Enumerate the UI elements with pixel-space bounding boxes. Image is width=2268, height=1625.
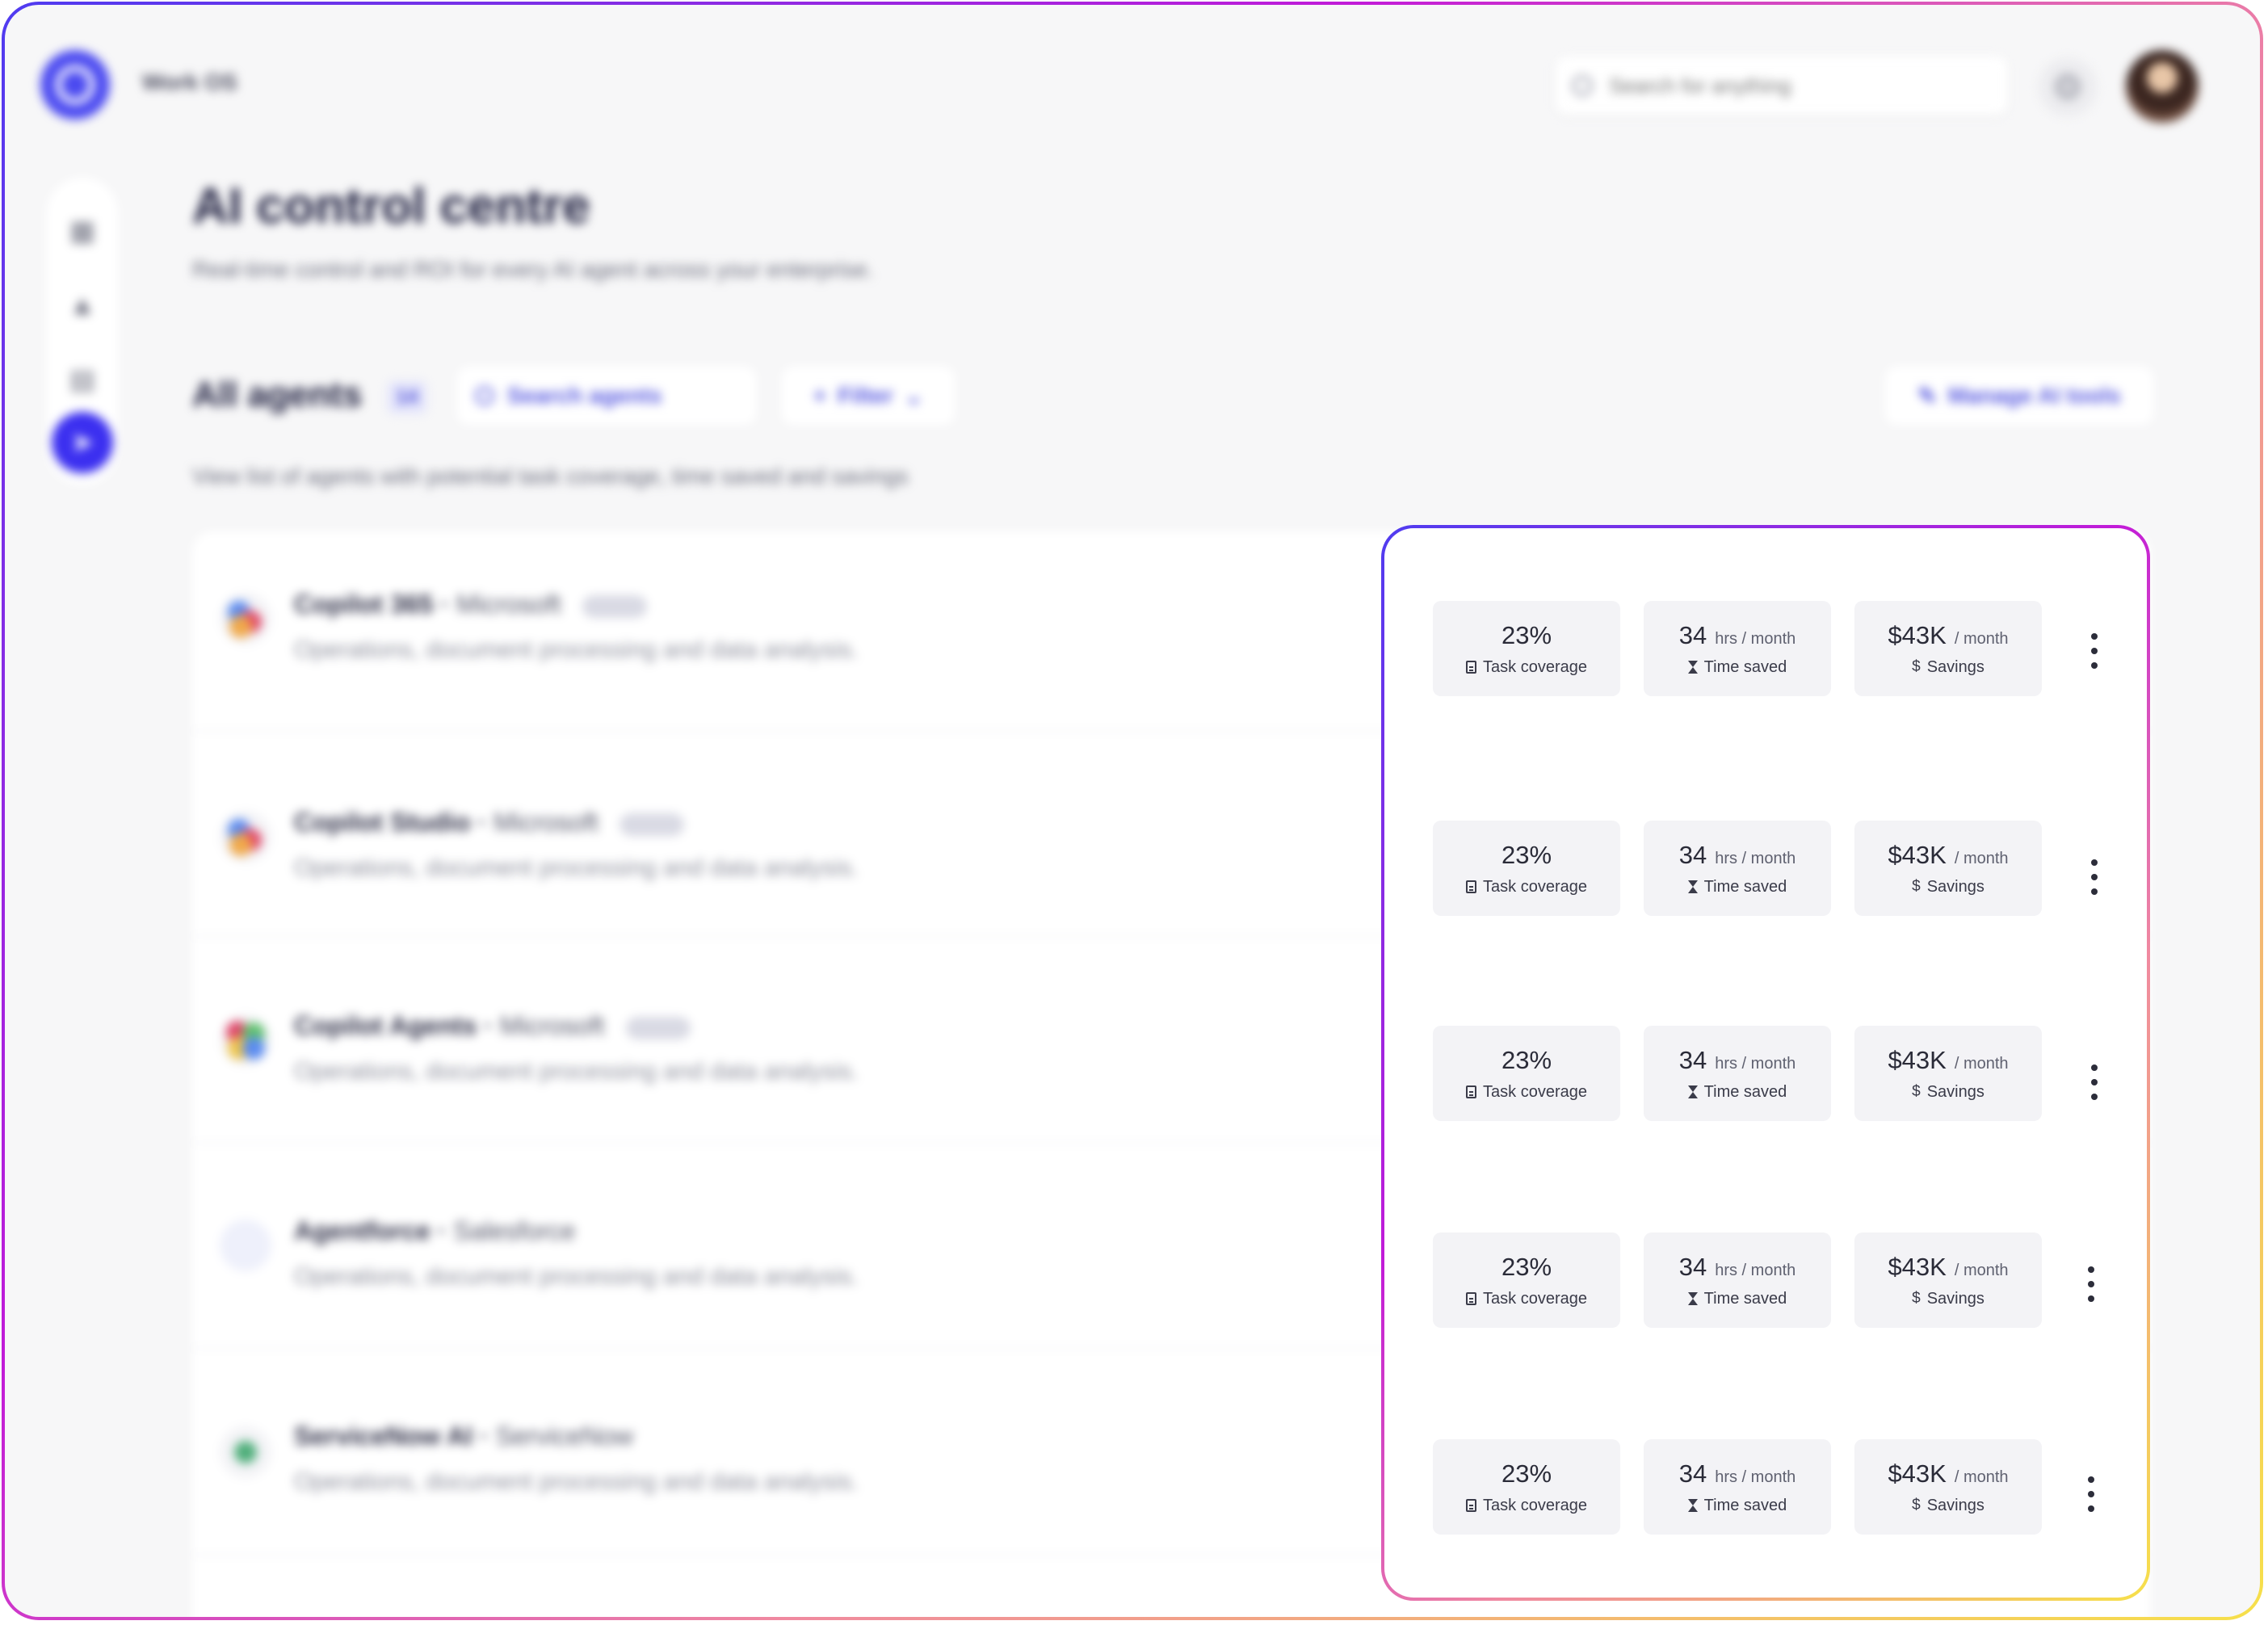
time-saved-metric: 34 hrs / month Time saved [1644, 1439, 1831, 1535]
manage-ai-tools-button[interactable]: ✎ Manage AI tools [1885, 367, 2153, 425]
filter-label: Filter [838, 383, 893, 408]
savings-metric: $43K / month $ Savings [1854, 1026, 2042, 1121]
agent-logo-agentforce [220, 1220, 271, 1271]
gear-icon: ⚙ [2052, 67, 2084, 107]
app-window: Work OS ⚙ ▦ ▲ ▤ ➤ AI control centre Real… [5, 5, 2260, 1617]
agent-logo-copilot-agents [220, 1014, 271, 1066]
section-subtitle: View list of agents with potential task … [192, 464, 909, 489]
time-saved-metric: 34 hrs / month Time saved [1644, 1026, 1831, 1121]
upload-icon: ▲ [69, 289, 96, 321]
agent-count-badge: 14 [388, 381, 426, 414]
agent-description: Operations, document processing and data… [294, 854, 859, 881]
document-icon [1466, 880, 1477, 893]
page-title: AI control centre [192, 178, 590, 234]
more-options-button[interactable] [2082, 1060, 2106, 1105]
dollar-icon: $ [1912, 878, 1921, 895]
send-icon: ➤ [70, 427, 94, 458]
agent-name[interactable]: Agentforce · Salesforce [294, 1216, 576, 1246]
logo-icon [56, 65, 94, 104]
document-icon: ▤ [69, 364, 96, 395]
sidebar-item-upload[interactable]: ▲ [52, 275, 113, 336]
sidebar-item-documents[interactable]: ▤ [52, 349, 113, 410]
plus-icon: + [813, 383, 827, 408]
sidebar-item-dashboard[interactable]: ▦ [52, 200, 113, 262]
metrics-highlight-panel: 23% Task coverage 34 hrs / month Time sav… [1381, 525, 2150, 1601]
global-search[interactable] [1556, 57, 2008, 115]
agent-name[interactable]: ServiceNow AI · ServiceNow [294, 1421, 633, 1451]
savings-metric: $43K / month $ Savings [1854, 601, 2042, 696]
dollar-icon: $ [1912, 1497, 1921, 1514]
metrics-panel: 23% Task coverage 34 hrs / month Time sav… [1384, 528, 2147, 1598]
more-options-button[interactable] [2079, 1262, 2103, 1307]
app-frame: Work OS ⚙ ▦ ▲ ▤ ➤ AI control centre Real… [2, 2, 2263, 1620]
task-coverage-metric: 23% Task coverage [1433, 1232, 1620, 1328]
more-options-button[interactable] [2079, 1472, 2103, 1517]
hourglass-icon [1687, 1085, 1698, 1099]
document-icon [1466, 1085, 1477, 1098]
document-icon [1466, 1292, 1477, 1305]
search-icon [1572, 75, 1593, 96]
agent-name[interactable]: Copilot Agents · Microsoft [294, 1011, 691, 1041]
document-icon [1466, 1499, 1477, 1512]
more-options-button[interactable] [2082, 628, 2106, 674]
dollar-icon: $ [1912, 658, 1921, 675]
agent-description: Operations, document processing and data… [294, 1468, 859, 1495]
settings-button[interactable]: ⚙ [2039, 58, 2097, 116]
hourglass-icon [1687, 660, 1698, 674]
savings-metric: $43K / month $ Savings [1854, 1232, 2042, 1328]
savings-metric: $43K / month $ Savings [1854, 821, 2042, 916]
dollar-icon: $ [1912, 1083, 1921, 1100]
app-logo[interactable] [40, 50, 110, 120]
agent-logo-copilot-studio [220, 811, 271, 863]
task-coverage-metric: 23% Task coverage [1433, 1439, 1620, 1535]
section-title: All agents [192, 375, 363, 414]
time-saved-metric: 34 hrs / month Time saved [1644, 601, 1831, 696]
grid-icon: ▦ [69, 216, 96, 246]
global-search-input[interactable] [1607, 72, 1950, 99]
agent-description: Operations, document processing and data… [294, 1058, 859, 1085]
filter-button[interactable]: + Filter ⌄ [782, 367, 955, 425]
time-saved-metric: 34 hrs / month Time saved [1644, 821, 1831, 916]
agent-description: Operations, document processing and data… [294, 1263, 859, 1290]
search-icon [475, 386, 494, 405]
agent-name[interactable]: Copilot 365 · Microsoft [294, 590, 647, 619]
sidebar-item-ai[interactable]: ➤ [52, 412, 113, 473]
agent-description: Operations, document processing and data… [294, 636, 859, 663]
agent-name[interactable]: Copilot Studio · Microsoft [294, 808, 684, 838]
task-coverage-metric: 23% Task coverage [1433, 821, 1620, 916]
sidebar: ▦ ▲ ▤ ➤ [47, 178, 118, 485]
user-avatar[interactable] [2126, 50, 2199, 123]
agent-search-placeholder: Search agents [507, 383, 662, 408]
agent-search-input[interactable]: Search agents [457, 367, 756, 425]
savings-metric: $43K / month $ Savings [1854, 1439, 2042, 1535]
page-subtitle: Real-time control and ROI for every AI a… [192, 257, 874, 282]
more-options-button[interactable] [2082, 854, 2106, 900]
agent-logo-servicenow [220, 1426, 271, 1478]
time-saved-metric: 34 hrs / month Time saved [1644, 1232, 1831, 1328]
manage-label: Manage AI tools [1947, 383, 2121, 408]
document-icon [1466, 661, 1477, 674]
task-coverage-metric: 23% Task coverage [1433, 601, 1620, 696]
chevron-down-icon: ⌄ [904, 383, 924, 409]
agent-logo-copilot [220, 593, 271, 645]
hourglass-icon [1687, 1291, 1698, 1306]
app-name: Work OS [142, 69, 237, 94]
task-coverage-metric: 23% Task coverage [1433, 1026, 1620, 1121]
hourglass-icon [1687, 1498, 1698, 1513]
pencil-icon: ✎ [1917, 383, 1937, 409]
hourglass-icon [1687, 880, 1698, 894]
dollar-icon: $ [1912, 1290, 1921, 1307]
